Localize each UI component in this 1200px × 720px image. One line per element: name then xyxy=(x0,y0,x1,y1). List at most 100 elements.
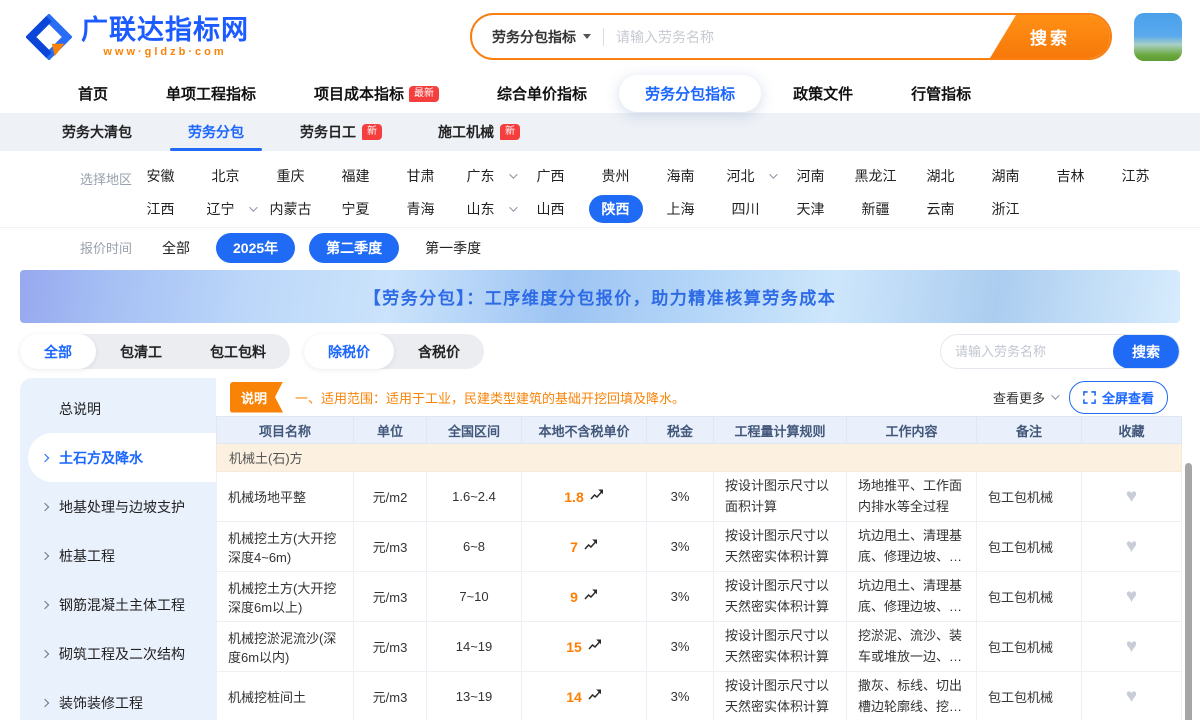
search-category-dropdown[interactable]: 劳务分包指标 xyxy=(472,27,603,47)
region-option[interactable]: 河南 xyxy=(778,159,843,192)
sub-nav-item-label: 施工机械 xyxy=(438,122,494,142)
region-option[interactable]: 辽宁 xyxy=(193,192,258,225)
sidebar-item-5[interactable]: 砌筑工程及二次结构 xyxy=(20,629,216,678)
time-option-0[interactable]: 全部 xyxy=(150,233,202,263)
region-option[interactable]: 海南 xyxy=(648,159,713,192)
tax-option-1[interactable]: 含税价 xyxy=(394,334,484,369)
cell-rule: 按设计图示尺寸以天然密实体积计算 xyxy=(714,622,847,672)
table-search-button[interactable]: 搜索 xyxy=(1113,334,1179,369)
fullscreen-button[interactable]: 全屏查看 xyxy=(1069,381,1168,414)
region-option-label: 新疆 xyxy=(852,195,900,223)
scope-option-1[interactable]: 包清工 xyxy=(96,334,186,369)
region-option[interactable]: 江西 xyxy=(128,192,193,225)
caret-down-icon xyxy=(583,34,591,39)
table-scrollbar[interactable] xyxy=(1185,463,1192,720)
region-option-label: 河北 xyxy=(717,162,765,190)
cell-tax: 3% xyxy=(647,472,714,522)
site-logo[interactable]: 广联达指标网 www·gldzb·com xyxy=(26,14,249,60)
region-option[interactable]: 新疆 xyxy=(843,192,908,225)
time-option-3[interactable]: 第一季度 xyxy=(413,233,493,263)
region-filter: 选择地区 安徽北京重庆福建甘肃广东广西贵州海南河北河南黑龙江湖北湖南吉林江苏 江… xyxy=(0,151,1200,227)
table-search-bar: 搜索 xyxy=(940,334,1180,369)
region-option[interactable]: 山东 xyxy=(453,192,518,225)
sidebar-item-2[interactable]: 地基处理与边坡支护 xyxy=(20,482,216,531)
chevron-down-icon xyxy=(249,203,257,211)
chevron-right-icon xyxy=(41,698,49,706)
region-option[interactable]: 广东 xyxy=(453,159,518,192)
cell-content: 撒灰、标线、切出槽边轮廓线、挖间土... xyxy=(847,672,977,720)
promo-banner: 【劳务分包】：工序维度分包报价，助力精准核算劳务成本 xyxy=(20,270,1180,323)
region-option[interactable]: 甘肃 xyxy=(388,159,453,192)
region-option-selected[interactable]: 陕西 xyxy=(583,192,648,225)
tax-option-0[interactable]: 除税价 xyxy=(304,334,394,369)
table-search-input[interactable] xyxy=(941,344,1113,359)
favorite-heart-icon[interactable]: ♥ xyxy=(1126,636,1137,658)
region-option-label: 重庆 xyxy=(267,162,315,190)
region-option[interactable]: 贵州 xyxy=(583,159,648,192)
column-header-0: 项目名称 xyxy=(217,417,354,444)
region-option[interactable]: 北京 xyxy=(193,159,258,192)
main-nav-item-2[interactable]: 项目成本指标最新 xyxy=(314,83,439,104)
cell-price: 15 xyxy=(522,622,647,672)
cell-content: 坑边甩土、清理基底、修理边坡、清... xyxy=(847,522,977,572)
sidebar-item-6[interactable]: 装饰装修工程 xyxy=(20,678,216,720)
main-nav-item-3[interactable]: 综合单价指标 xyxy=(497,83,587,104)
search-input[interactable] xyxy=(604,29,990,45)
region-option[interactable]: 安徽 xyxy=(128,159,193,192)
favorite-heart-icon[interactable]: ♥ xyxy=(1126,536,1137,558)
region-option[interactable]: 重庆 xyxy=(258,159,323,192)
table-row: 机械场地平整元/m21.6~2.41.83%按设计图示尺寸以面积计算场地推平、工… xyxy=(217,472,1182,522)
time-option-2[interactable]: 第二季度 xyxy=(309,233,399,263)
user-avatar[interactable] xyxy=(1134,13,1182,61)
region-option[interactable]: 广西 xyxy=(518,159,583,192)
region-option[interactable]: 福建 xyxy=(323,159,388,192)
region-option[interactable]: 山西 xyxy=(518,192,583,225)
region-option[interactable]: 四川 xyxy=(713,192,778,225)
column-header-2: 全国区间 xyxy=(427,417,522,444)
main-nav-item-4[interactable]: 劳务分包指标 xyxy=(619,75,761,112)
region-option[interactable]: 湖南 xyxy=(973,159,1038,192)
favorite-heart-icon[interactable]: ♥ xyxy=(1126,486,1137,508)
sub-nav-item-1[interactable]: 劳务分包 xyxy=(160,113,272,151)
sidebar-item-0[interactable]: 总说明 xyxy=(20,384,216,433)
region-option[interactable]: 宁夏 xyxy=(323,192,388,225)
main-nav-item-0[interactable]: 首页 xyxy=(78,83,108,104)
main-nav-item-6[interactable]: 行管指标 xyxy=(911,83,971,104)
region-option[interactable]: 上海 xyxy=(648,192,713,225)
favorite-heart-icon[interactable]: ♥ xyxy=(1126,586,1137,608)
region-option[interactable]: 内蒙古 xyxy=(258,192,323,225)
region-option[interactable]: 天津 xyxy=(778,192,843,225)
view-more-button[interactable]: 查看更多 xyxy=(993,388,1057,407)
price-box: 1.8 xyxy=(526,489,642,505)
sidebar-item-4[interactable]: 钢筋混凝土主体工程 xyxy=(20,580,216,629)
sub-nav-item-3[interactable]: 施工机械新 xyxy=(410,113,548,151)
region-option[interactable]: 云南 xyxy=(908,192,973,225)
price-value: 14 xyxy=(566,689,582,705)
price-value: 9 xyxy=(570,589,578,605)
region-option[interactable]: 吉林 xyxy=(1038,159,1103,192)
region-option[interactable]: 浙江 xyxy=(973,192,1038,225)
scope-option-0[interactable]: 全部 xyxy=(20,334,96,369)
sub-nav-item-2[interactable]: 劳务日工新 xyxy=(272,113,410,151)
sidebar-item-3[interactable]: 桩基工程 xyxy=(20,531,216,580)
cell-range: 1.6~2.4 xyxy=(427,472,522,522)
search-button[interactable]: 搜索 xyxy=(990,15,1110,58)
region-row-1: 安徽北京重庆福建甘肃广东广西贵州海南河北河南黑龙江湖北湖南吉林江苏 xyxy=(128,159,1200,192)
cell-rule: 按设计图示尺寸以天然密实体积计算 xyxy=(714,522,847,572)
fullscreen-icon xyxy=(1083,391,1096,404)
sidebar-item-label: 砌筑工程及二次结构 xyxy=(59,644,185,664)
main-nav-item-5[interactable]: 政策文件 xyxy=(793,83,853,104)
time-option-1[interactable]: 2025年 xyxy=(216,233,295,263)
favorite-heart-icon[interactable]: ♥ xyxy=(1126,686,1137,708)
sub-nav-item-0[interactable]: 劳务大清包 xyxy=(34,113,160,151)
main-nav-item-1[interactable]: 单项工程指标 xyxy=(166,83,256,104)
region-option[interactable]: 青海 xyxy=(388,192,453,225)
sidebar-item-1[interactable]: 土石方及降水 xyxy=(28,433,216,482)
region-option-label: 安徽 xyxy=(137,162,185,190)
region-option[interactable]: 黑龙江 xyxy=(843,159,908,192)
cell-favorite: ♥ xyxy=(1082,472,1182,522)
scope-option-2[interactable]: 包工包料 xyxy=(186,334,290,369)
region-option[interactable]: 湖北 xyxy=(908,159,973,192)
region-option[interactable]: 河北 xyxy=(713,159,778,192)
region-option[interactable]: 江苏 xyxy=(1103,159,1168,192)
